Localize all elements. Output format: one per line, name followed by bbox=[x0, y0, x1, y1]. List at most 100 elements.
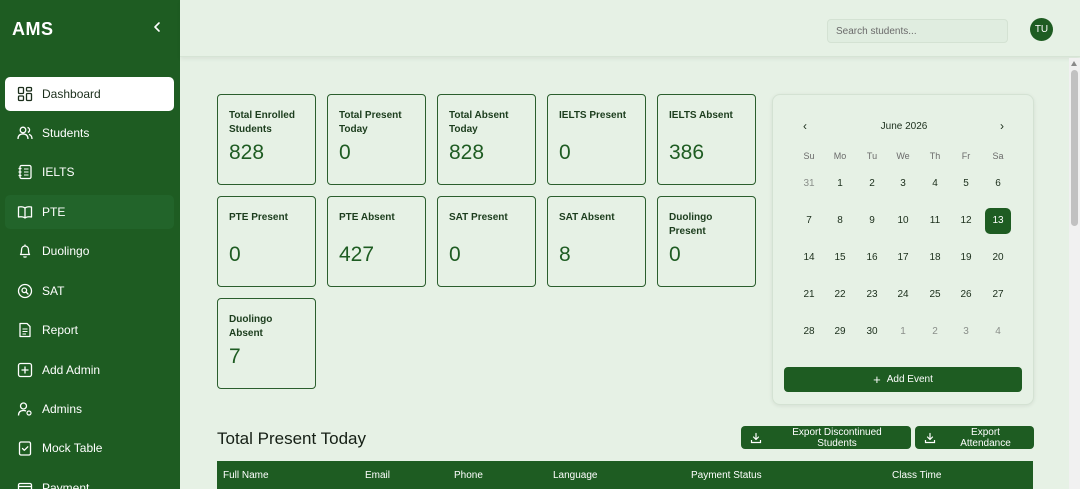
scroll-thumb[interactable] bbox=[1071, 70, 1078, 226]
app-brand: AMS bbox=[12, 19, 54, 39]
stat-value: 0 bbox=[669, 243, 681, 266]
calendar-day[interactable]: 28 bbox=[796, 319, 822, 345]
column-header-phone[interactable]: Phone bbox=[454, 470, 483, 481]
table-header: Full Name Email Phone Language Payment S… bbox=[217, 461, 1033, 489]
dashboard-icon bbox=[17, 86, 33, 102]
calendar-day-selected[interactable]: 13 bbox=[985, 208, 1011, 234]
sidebar-item-mock-table[interactable]: Mock Table bbox=[5, 431, 174, 465]
sidebar-item-label: SAT bbox=[42, 284, 65, 298]
calendar-day[interactable]: 8 bbox=[827, 208, 853, 234]
calendar-weekday: Fr bbox=[961, 151, 971, 161]
calendar-day[interactable]: 26 bbox=[953, 282, 979, 308]
calendar-day[interactable]: 11 bbox=[922, 208, 948, 234]
stat-label: SAT Present bbox=[449, 212, 508, 223]
add-event-label: Add Event bbox=[886, 374, 933, 385]
calendar-day[interactable]: 22 bbox=[827, 282, 853, 308]
calendar-day[interactable]: 25 bbox=[922, 282, 948, 308]
sidebar-item-label: Mock Table bbox=[42, 441, 103, 455]
stat-value: 0 bbox=[339, 141, 351, 164]
clipboard-check-icon bbox=[17, 440, 33, 456]
calendar: ‹ June 2026 › Su Mo Tu We Th Fr Sa 31 1 … bbox=[772, 94, 1034, 405]
calendar-day[interactable]: 30 bbox=[859, 319, 885, 345]
column-header-email[interactable]: Email bbox=[365, 470, 390, 481]
calendar-day[interactable]: 2 bbox=[922, 319, 948, 345]
sidebar-item-label: Duolingo bbox=[42, 244, 90, 258]
calendar-day[interactable]: 14 bbox=[796, 245, 822, 271]
add-event-button[interactable]: + Add Event bbox=[784, 367, 1022, 392]
sidebar-item-pte[interactable]: PTE bbox=[5, 195, 174, 229]
sidebar-item-label: Report bbox=[42, 323, 79, 337]
calendar-day[interactable]: 4 bbox=[922, 171, 948, 197]
stat-card-pte-present: PTE Present 0 bbox=[217, 196, 316, 287]
export-discontinued-button[interactable]: Export Discontinued Students bbox=[741, 426, 911, 449]
calendar-day[interactable]: 9 bbox=[859, 208, 885, 234]
stat-label: Duolingo Absent bbox=[229, 314, 273, 339]
calendar-day[interactable]: 1 bbox=[827, 171, 853, 197]
sidebar-item-duolingo[interactable]: Duolingo bbox=[5, 234, 174, 268]
calendar-day[interactable]: 12 bbox=[953, 208, 979, 234]
calendar-day[interactable]: 10 bbox=[890, 208, 916, 234]
sidebar-item-label: IELTS bbox=[42, 165, 75, 179]
download-icon bbox=[750, 432, 762, 444]
search-circle-icon bbox=[17, 283, 33, 299]
calendar-day[interactable]: 16 bbox=[859, 245, 885, 271]
column-header-language[interactable]: Language bbox=[553, 470, 598, 481]
sidebar-item-payment[interactable]: Payment bbox=[5, 471, 174, 489]
column-header-class-time[interactable]: Class Time bbox=[892, 470, 941, 481]
download-icon bbox=[924, 432, 936, 444]
top-bar: TU bbox=[180, 0, 1080, 57]
calendar-day[interactable]: 4 bbox=[985, 319, 1011, 345]
stat-card-ielts-present: IELTS Present 0 bbox=[547, 94, 646, 185]
search-input[interactable] bbox=[827, 19, 1008, 43]
calendar-day[interactable]: 31 bbox=[796, 171, 822, 197]
calendar-day[interactable]: 20 bbox=[985, 245, 1011, 271]
bell-icon bbox=[17, 243, 33, 259]
sidebar-item-students[interactable]: Students bbox=[5, 116, 174, 150]
column-header-payment-status[interactable]: Payment Status bbox=[691, 470, 762, 481]
calendar-day[interactable]: 7 bbox=[796, 208, 822, 234]
sidebar-item-report[interactable]: Report bbox=[5, 313, 174, 347]
calendar-day[interactable]: 19 bbox=[953, 245, 979, 271]
sidebar-item-label: Payment bbox=[42, 481, 90, 489]
calendar-day[interactable]: 1 bbox=[890, 319, 916, 345]
sidebar: AMS Dashboard Students IELTS PTE Duoling… bbox=[0, 0, 180, 489]
stat-value: 828 bbox=[229, 141, 265, 164]
export-attendance-button[interactable]: Export Attendance bbox=[915, 426, 1034, 449]
calendar-weekday: Sa bbox=[992, 151, 1004, 161]
calendar-day[interactable]: 17 bbox=[890, 245, 916, 271]
sidebar-item-admins[interactable]: Admins bbox=[5, 392, 174, 426]
calendar-next-month-icon[interactable]: › bbox=[995, 119, 1009, 133]
stat-card-total-present: Total Present Today 0 bbox=[327, 94, 426, 185]
sidebar-item-add-admin[interactable]: Add Admin bbox=[5, 353, 174, 387]
calendar-day[interactable]: 2 bbox=[859, 171, 885, 197]
calendar-day[interactable]: 24 bbox=[890, 282, 916, 308]
sidebar-item-label: Add Admin bbox=[42, 363, 101, 377]
calendar-day[interactable]: 3 bbox=[890, 171, 916, 197]
calendar-day[interactable]: 6 bbox=[985, 171, 1011, 197]
stat-label: IELTS Absent bbox=[669, 110, 733, 121]
calendar-day[interactable]: 23 bbox=[859, 282, 885, 308]
calendar-day[interactable]: 27 bbox=[985, 282, 1011, 308]
calendar-day[interactable]: 29 bbox=[827, 319, 853, 345]
calendar-weekday: Mo bbox=[833, 151, 847, 161]
file-text-icon bbox=[17, 322, 33, 338]
column-header-full-name[interactable]: Full Name bbox=[223, 470, 269, 481]
export-attendance-label: Export Attendance bbox=[960, 426, 1011, 449]
calendar-day[interactable]: 21 bbox=[796, 282, 822, 308]
sidebar-item-dashboard[interactable]: Dashboard bbox=[5, 77, 174, 111]
avatar[interactable]: TU bbox=[1030, 18, 1053, 41]
sidebar-item-sat[interactable]: SAT bbox=[5, 274, 174, 308]
sidebar-item-ielts[interactable]: IELTS bbox=[5, 155, 174, 189]
calendar-weekday: Su bbox=[803, 151, 815, 161]
calendar-day[interactable]: 15 bbox=[827, 245, 853, 271]
collapse-sidebar-icon[interactable] bbox=[150, 18, 164, 36]
calendar-day[interactable]: 3 bbox=[953, 319, 979, 345]
stat-label: Total Present Today bbox=[339, 110, 402, 135]
stat-value: 386 bbox=[669, 141, 705, 164]
stat-card-total-enrolled: Total Enrolled Students 828 bbox=[217, 94, 316, 185]
calendar-day[interactable]: 18 bbox=[922, 245, 948, 271]
calendar-day[interactable]: 5 bbox=[953, 171, 979, 197]
scroll-up-arrow-icon[interactable] bbox=[1071, 61, 1077, 66]
stat-card-sat-present: SAT Present 0 bbox=[437, 196, 536, 287]
scrollbar[interactable] bbox=[1069, 58, 1080, 489]
